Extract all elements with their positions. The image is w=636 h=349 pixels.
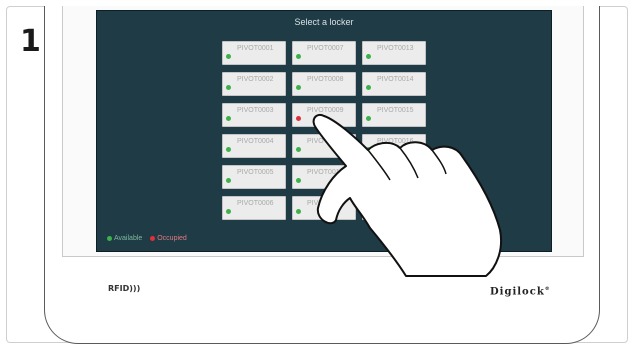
rfid-reader-icon: RFID))) bbox=[108, 284, 140, 293]
locker-label: PIVOT0001 bbox=[237, 45, 274, 52]
available-status-dot-icon bbox=[226, 54, 231, 59]
available-dot-icon bbox=[107, 236, 112, 241]
locker-tile[interactable]: PIVOT0007 bbox=[292, 41, 356, 65]
brand-name: Digilock bbox=[490, 286, 545, 298]
locker-label: PIVOT0005 bbox=[237, 169, 274, 176]
locker-tile[interactable]: PIVOT0001 bbox=[222, 41, 286, 65]
available-status-dot-icon bbox=[226, 85, 231, 90]
locker-label: PIVOT0014 bbox=[377, 76, 414, 83]
locker-tile[interactable]: PIVOT0013 bbox=[362, 41, 426, 65]
step-number: 1 bbox=[20, 24, 41, 59]
locker-label: PIVOT0007 bbox=[307, 45, 344, 52]
available-status-dot-icon bbox=[226, 178, 231, 183]
legend-available: Available bbox=[107, 235, 142, 242]
locker-label: PIVOT0006 bbox=[237, 200, 274, 207]
legend-occupied: Occupied bbox=[150, 235, 187, 242]
locker-label: PIVOT0004 bbox=[237, 138, 274, 145]
rfid-label: RFID bbox=[108, 284, 130, 293]
available-status-dot-icon bbox=[226, 209, 231, 214]
locker-tile[interactable]: PIVOT0008 bbox=[292, 72, 356, 96]
locker-label: PIVOT0002 bbox=[237, 76, 274, 83]
locker-label: PIVOT0003 bbox=[237, 107, 274, 114]
locker-label: PIVOT0013 bbox=[377, 45, 414, 52]
available-status-dot-icon bbox=[296, 54, 301, 59]
rfid-waves-icon: ))) bbox=[129, 284, 141, 293]
locker-tile[interactable]: PIVOT0006 bbox=[222, 196, 286, 220]
occupied-dot-icon bbox=[150, 236, 156, 241]
available-status-dot-icon bbox=[366, 85, 371, 90]
pointing-hand-icon bbox=[312, 114, 502, 277]
legend-occupied-label: Occupied bbox=[157, 235, 187, 242]
locker-label: PIVOT0008 bbox=[307, 76, 344, 83]
locker-tile[interactable]: PIVOT0003 bbox=[222, 103, 286, 127]
locker-tile[interactable]: PIVOT0002 bbox=[222, 72, 286, 96]
available-status-dot-icon bbox=[226, 116, 231, 121]
screen-title: Select a locker bbox=[294, 17, 354, 27]
available-status-dot-icon bbox=[296, 85, 301, 90]
legend: Available Occupied bbox=[107, 235, 193, 243]
available-status-dot-icon bbox=[366, 54, 371, 59]
locker-tile[interactable]: PIVOT0005 bbox=[222, 165, 286, 189]
locker-tile[interactable]: PIVOT0004 bbox=[222, 134, 286, 158]
available-status-dot-icon bbox=[226, 147, 231, 152]
brand-logo: Digilock® bbox=[490, 286, 551, 298]
legend-available-label: Available bbox=[114, 235, 143, 242]
locker-tile[interactable]: PIVOT0014 bbox=[362, 72, 426, 96]
